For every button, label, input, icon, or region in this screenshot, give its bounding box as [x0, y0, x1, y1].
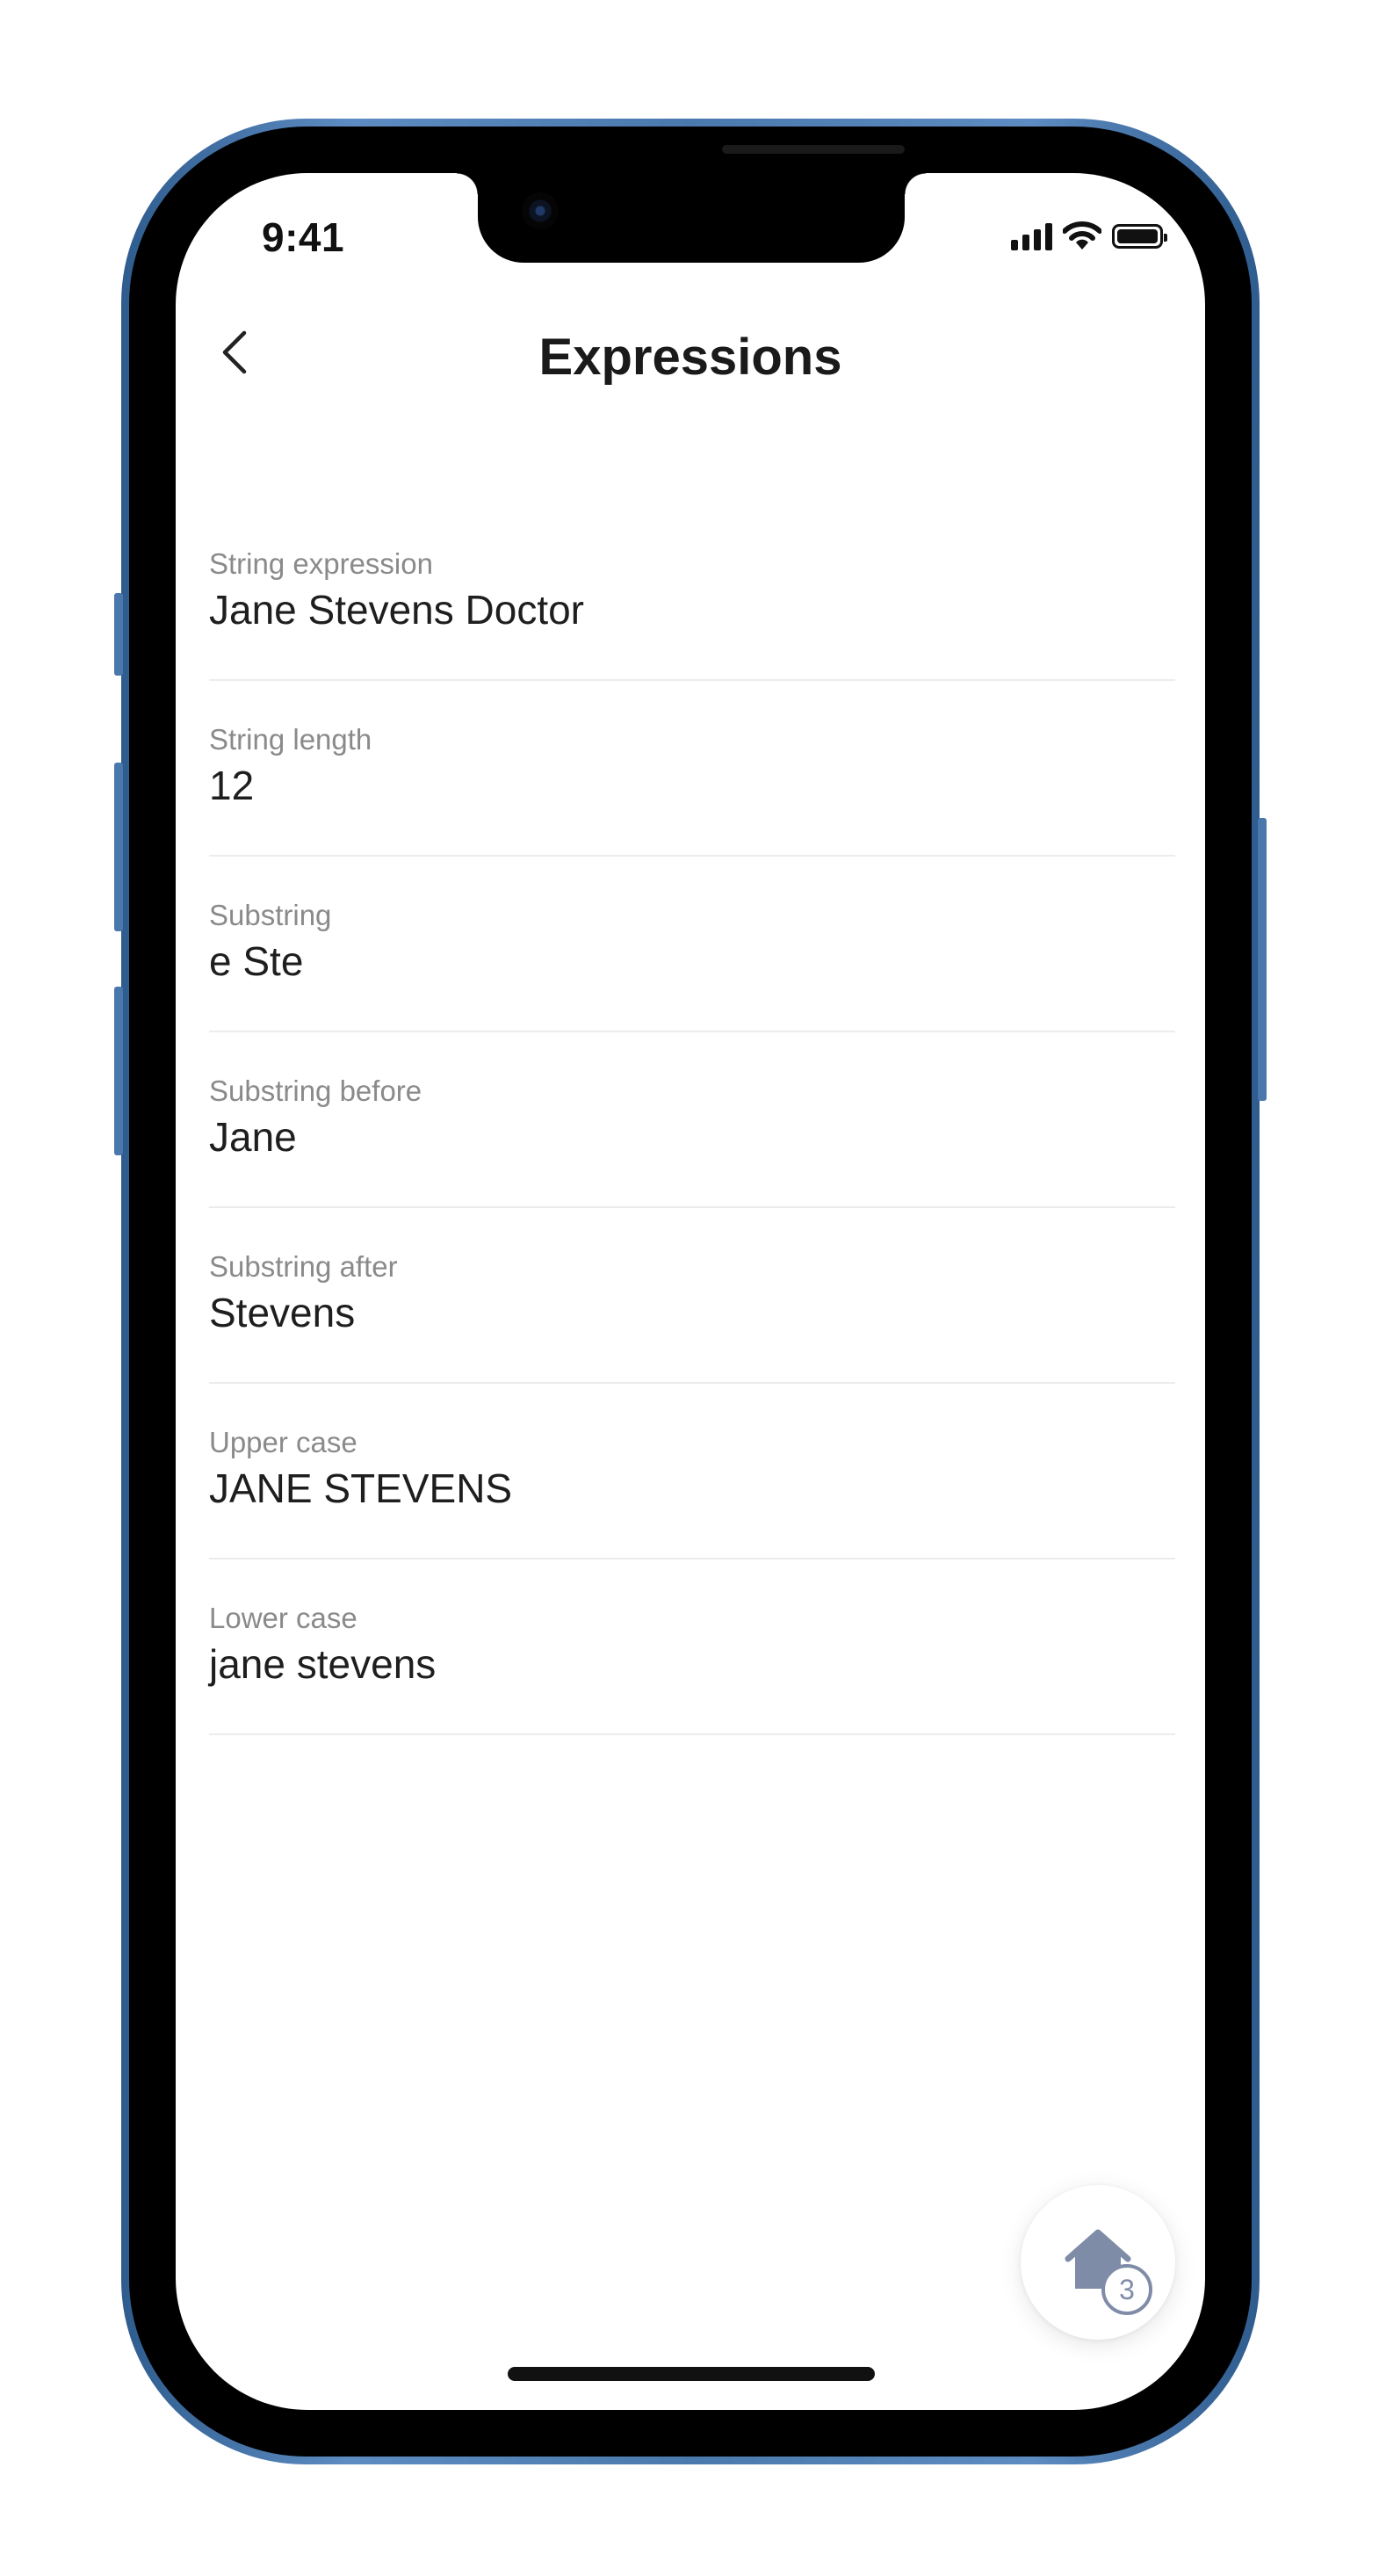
item-value: Jane Stevens Doctor [209, 587, 585, 633]
phone-device: 9:41 Expressions String expression Jane … [114, 119, 1267, 2464]
item-value: JANE STEVENS [209, 1465, 513, 1511]
volume-up-button [114, 763, 123, 931]
item-label: Lower case [209, 1602, 357, 1634]
volume-down-button [114, 987, 123, 1155]
home-indicator [508, 2367, 875, 2381]
notification-badge: 3 [1101, 2264, 1152, 2315]
screen: 9:41 Expressions String expression Jane … [176, 173, 1205, 2410]
list-item: String length 12 [209, 681, 1175, 857]
list-item: Substring e Ste [209, 857, 1175, 1032]
speaker-grille [722, 145, 905, 154]
notch [457, 173, 926, 263]
status-time: 9:41 [262, 214, 345, 260]
list-item: Substring after Stevens [209, 1208, 1175, 1384]
item-label: String expression [209, 547, 433, 580]
power-button [1258, 818, 1267, 1101]
expression-list: String expression Jane Stevens Doctor St… [209, 505, 1175, 1735]
item-label: Substring before [209, 1075, 422, 1107]
mute-switch [114, 593, 123, 676]
list-item: Lower case jane stevens [209, 1559, 1175, 1735]
item-value: 12 [209, 763, 255, 808]
item-label: Substring after [209, 1250, 398, 1283]
page-title: Expressions [538, 329, 842, 386]
navigation-bar: Expressions [176, 305, 1205, 402]
list-item: Substring before Jane [209, 1032, 1175, 1208]
item-value: jane stevens [209, 1641, 437, 1687]
item-value: e Ste [209, 938, 304, 984]
home-floating-button[interactable]: 3 [1021, 2185, 1175, 2340]
item-label: Upper case [209, 1426, 357, 1458]
camera-icon [522, 192, 559, 229]
item-label: String length [209, 723, 372, 756]
item-value: Jane [209, 1114, 297, 1160]
cellular-signal-icon [1011, 222, 1052, 250]
wifi-icon [1063, 221, 1101, 250]
item-value: Stevens [209, 1290, 356, 1335]
list-item: Upper case JANE STEVENS [209, 1384, 1175, 1559]
battery-icon [1112, 224, 1167, 249]
item-label: Substring [209, 899, 332, 931]
list-item: String expression Jane Stevens Doctor [209, 505, 1175, 681]
status-icons [1011, 219, 1167, 254]
